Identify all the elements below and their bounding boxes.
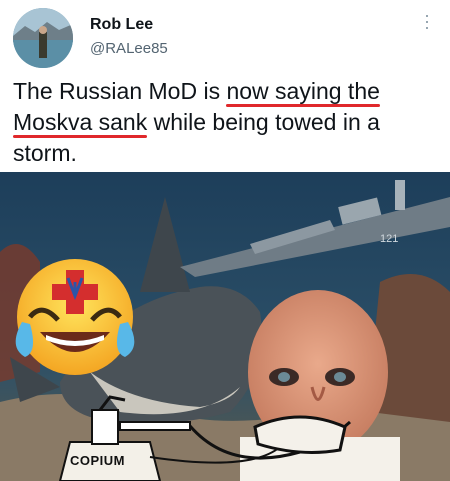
meme-image: 121: [0, 172, 450, 481]
tweet-media-image[interactable]: 121: [0, 172, 450, 481]
author-name[interactable]: Rob Lee: [90, 16, 153, 34]
tweet-text-part: The Russian MoD is: [13, 78, 227, 104]
copium-label: COPIUM: [70, 453, 125, 468]
ship-number: 121: [380, 233, 398, 245]
tweet-text-highlight: Moskva sank: [13, 109, 148, 135]
avatar[interactable]: [13, 8, 73, 68]
profile-photo-icon: [13, 8, 73, 68]
tweet-text: The Russian MoD is now saying the Moskva…: [13, 76, 441, 169]
more-options-icon[interactable]: · · ·: [424, 6, 430, 36]
author-handle[interactable]: @RALee85: [90, 40, 168, 57]
tweet-card: Rob Lee @RALee85 · · · The Russian MoD is …: [0, 0, 450, 481]
tweet-text-highlight: now saying the: [226, 78, 380, 104]
